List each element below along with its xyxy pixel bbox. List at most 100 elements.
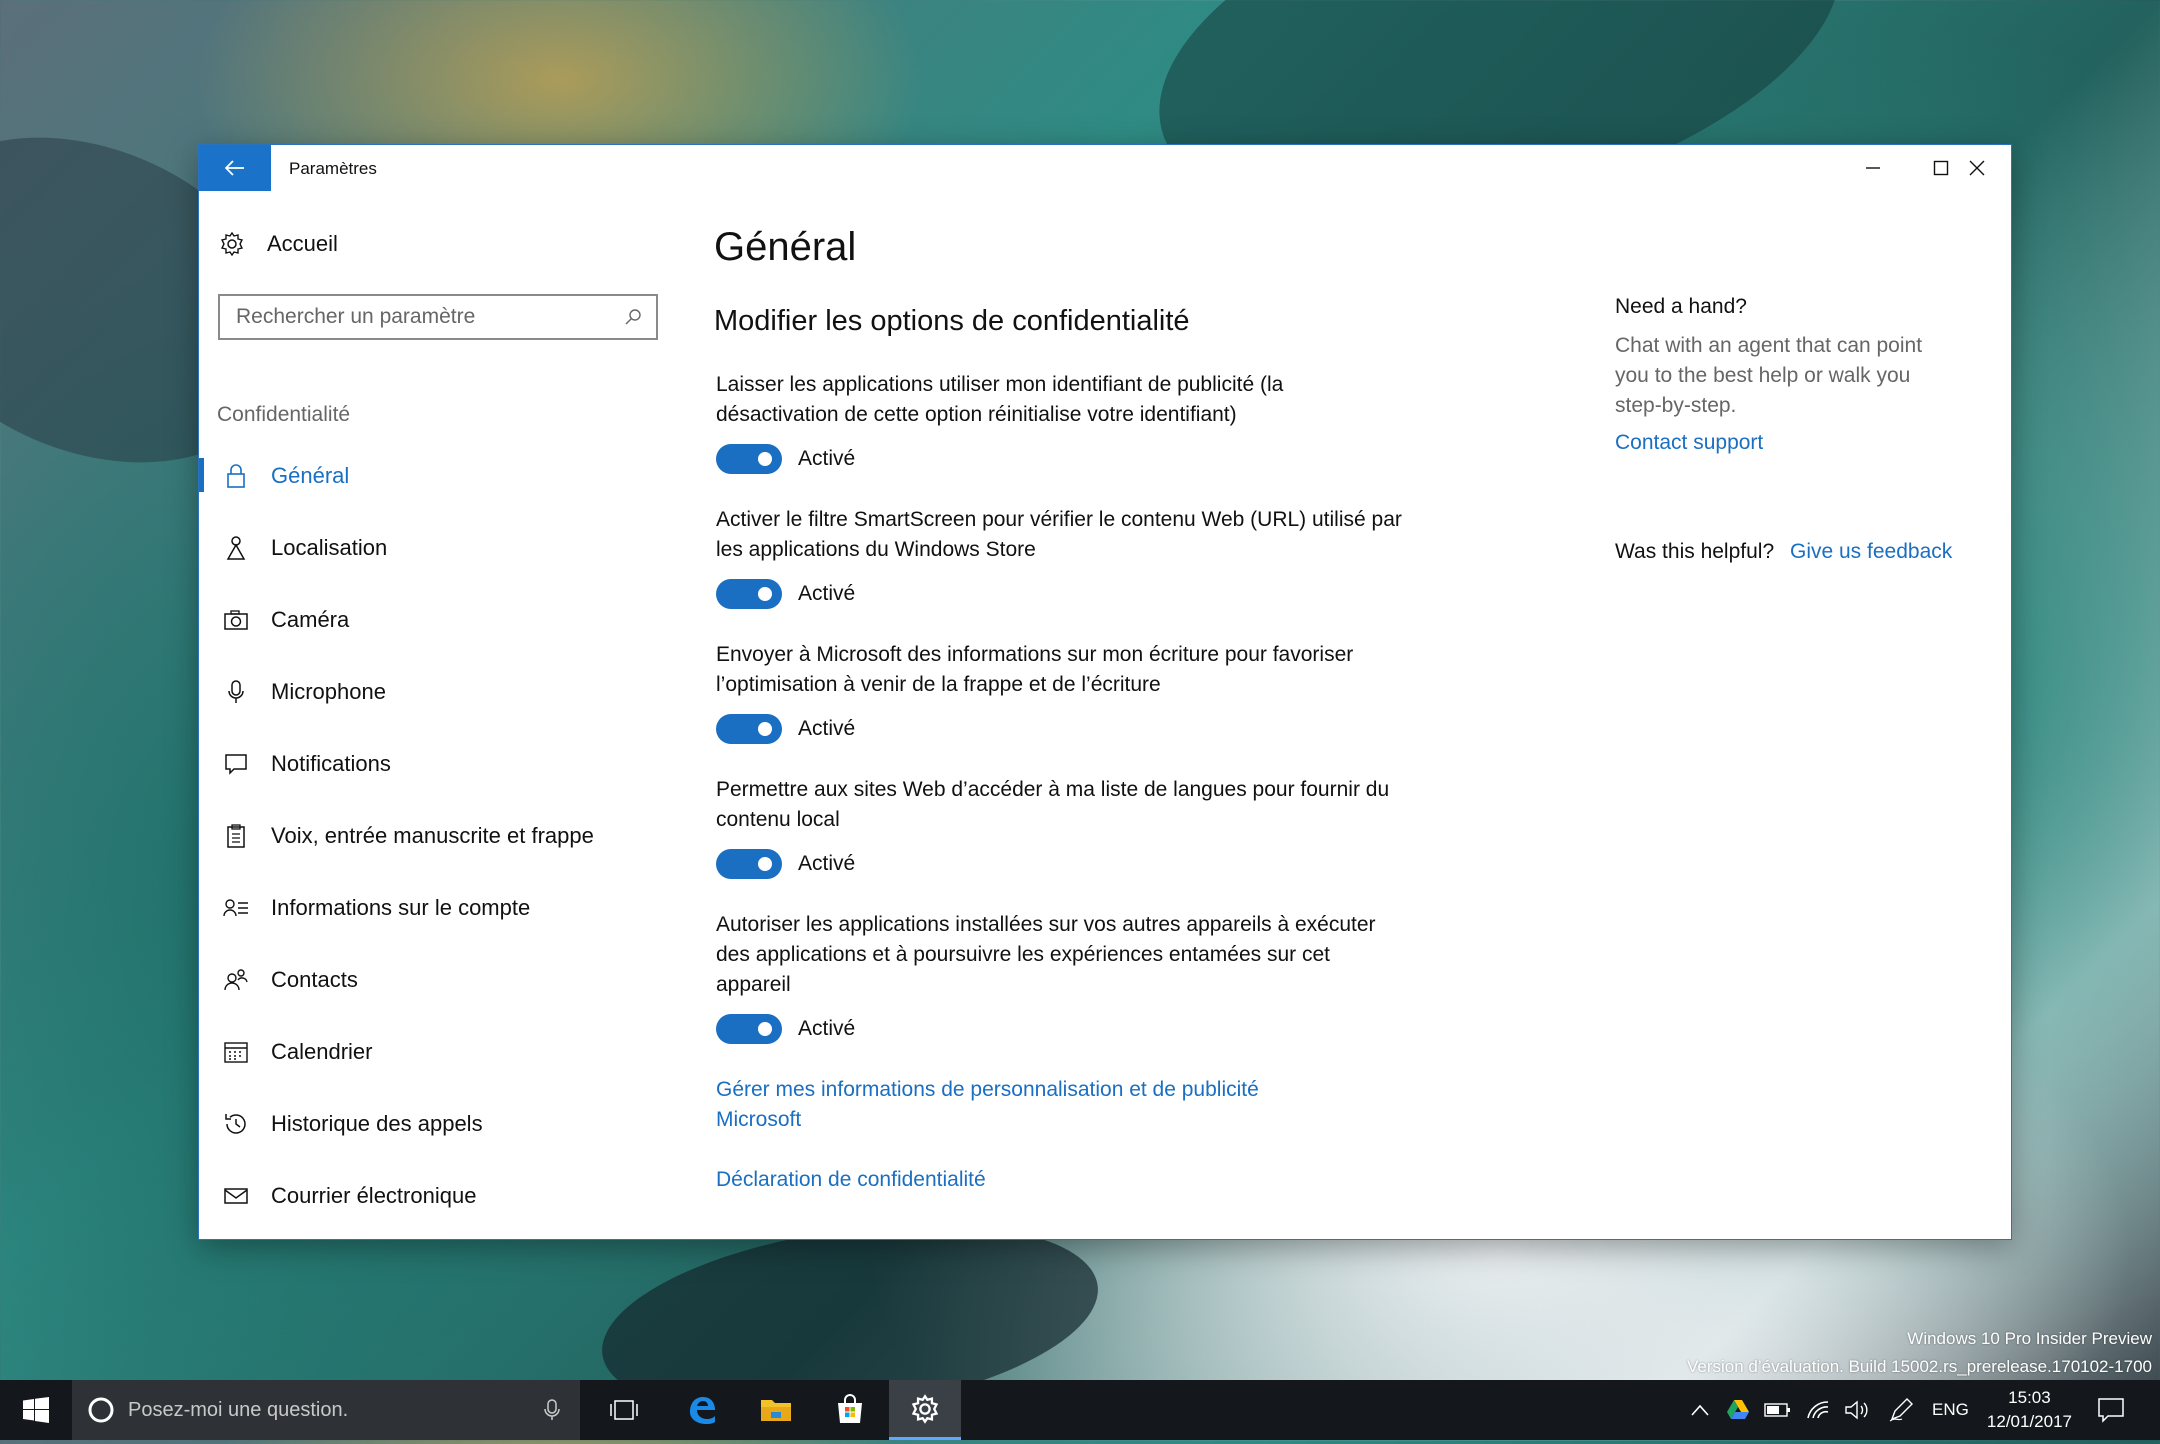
option-toggle[interactable] [716, 714, 782, 744]
privacy-option: Autoriser les applications installées su… [716, 910, 1406, 1044]
help-title: Need a hand? [1615, 295, 1747, 318]
option-label: Autoriser les applications installées su… [716, 913, 1376, 996]
edge-icon [690, 1397, 715, 1424]
volume-icon[interactable] [1844, 1399, 1870, 1421]
notifications-icon [223, 751, 249, 777]
feedback-row: Was this helpful? Give us feedback [1615, 540, 1952, 564]
option-label: Permettre aux sites Web d’accéder à ma l… [716, 778, 1390, 831]
back-button[interactable] [199, 145, 271, 191]
start-button[interactable] [0, 1380, 72, 1440]
option-toggle[interactable] [716, 579, 782, 609]
clock-time: 15:03 [2008, 1388, 2051, 1407]
back-arrow-icon [225, 160, 244, 176]
sidebar-item-notifications[interactable]: Notifications [199, 728, 669, 800]
sidebar-item-general[interactable]: Général [199, 440, 669, 512]
home-label: Accueil [267, 231, 338, 256]
sidebar-item-label: Courrier électronique [271, 1183, 477, 1208]
gear-icon [911, 1393, 939, 1424]
minimize-icon [1866, 167, 1880, 169]
action-center-button[interactable] [2076, 1380, 2146, 1440]
build-watermark: Windows 10 Pro Insider Preview Version d… [1687, 1325, 2152, 1381]
history-icon [223, 1111, 249, 1137]
task-view-button[interactable] [588, 1380, 660, 1440]
option-label: Envoyer à Microsoft des informations sur… [716, 643, 1354, 696]
sidebar-item-label: Localisation [271, 535, 388, 560]
sidebar-nav: Général Localisation Caméra Microphone N… [199, 440, 669, 1232]
close-button[interactable] [1943, 145, 2011, 191]
action-center-icon [2098, 1398, 2124, 1423]
help-text: Chat with an agent that can point you to… [1615, 334, 1923, 417]
section-title: Confidentialité [217, 403, 351, 426]
contacts-icon [223, 967, 249, 993]
sidebar-item-calendar[interactable]: Calendrier [199, 1016, 669, 1088]
cortana-icon [88, 1397, 114, 1423]
battery-icon[interactable] [1764, 1402, 1792, 1418]
sidebar-item-location[interactable]: Localisation [199, 512, 669, 584]
mail-icon [223, 1183, 249, 1209]
sidebar-item-email[interactable]: Courrier électronique [199, 1160, 669, 1232]
helpful-label: Was this helpful? [1615, 540, 1775, 563]
chevron-up-icon[interactable] [1690, 1403, 1710, 1417]
sidebar-item-speech[interactable]: Voix, entrée manuscrite et frappe [199, 800, 669, 872]
microphone-icon [223, 679, 249, 705]
sidebar-item-label: Caméra [271, 607, 350, 632]
clock-date: 12/01/2017 [1986, 1412, 2072, 1431]
settings-search[interactable] [218, 294, 658, 340]
wifi-icon[interactable] [1806, 1400, 1830, 1420]
sidebar-item-contacts[interactable]: Contacts [199, 944, 669, 1016]
clock[interactable]: 15:03 12/01/2017 [1987, 1386, 2072, 1434]
sidebar-item-camera[interactable]: Caméra [199, 584, 669, 656]
language-indicator[interactable]: ENG [1932, 1400, 1969, 1420]
privacy-statement-link[interactable]: Déclaration de confidentialité [716, 1165, 986, 1195]
page-title: Général [714, 225, 857, 269]
search-input[interactable] [234, 304, 624, 330]
minimize-button[interactable] [1839, 145, 1907, 191]
toggle-state: Activé [798, 1017, 856, 1040]
option-toggle[interactable] [716, 444, 782, 474]
sidebar-item-label: Historique des appels [271, 1111, 483, 1136]
cortana-search[interactable]: Posez-moi une question. [72, 1380, 580, 1440]
home-link[interactable]: Accueil [219, 231, 338, 257]
lock-icon [223, 463, 249, 489]
close-icon [1969, 160, 1985, 176]
watermark-build: Version d’évaluation. Build 15002.rs_pre… [1686, 1357, 2152, 1376]
feedback-link[interactable]: Give us feedback [1790, 540, 1952, 563]
cortana-placeholder: Posez-moi une question. [128, 1398, 349, 1421]
option-label: Activer le filtre SmartScreen pour vérif… [716, 508, 1402, 561]
privacy-option: Envoyer à Microsoft des informations sur… [716, 640, 1406, 744]
edge-button[interactable] [666, 1380, 738, 1440]
pen-icon[interactable] [1888, 1397, 1914, 1423]
settings-window: Paramètres Accueil Confidentialité Génér… [199, 145, 2011, 1239]
microphone-icon[interactable] [544, 1398, 560, 1422]
privacy-option: Activer le filtre SmartScreen pour vérif… [716, 505, 1406, 609]
system-tray: ENG [1690, 1380, 1969, 1440]
toggle-state: Activé [798, 717, 856, 740]
store-icon [838, 1394, 862, 1423]
sidebar-item-label: Notifications [271, 751, 391, 776]
window-title: Paramètres [289, 159, 377, 178]
windows-logo-icon [23, 1397, 49, 1423]
file-explorer-button[interactable] [740, 1380, 812, 1440]
option-toggle[interactable] [716, 1014, 782, 1044]
contact-support-link[interactable]: Contact support [1615, 431, 1975, 455]
main-content: Général Modifier les options de confiden… [714, 145, 1594, 1239]
store-button[interactable] [814, 1380, 886, 1440]
sidebar-item-call-history[interactable]: Historique des appels [199, 1088, 669, 1160]
gear-icon [220, 231, 244, 257]
sidebar-item-label: Général [271, 463, 350, 488]
toggle-state: Activé [798, 582, 856, 605]
account-info-icon [223, 895, 249, 921]
sidebar-item-account-info[interactable]: Informations sur le compte [199, 872, 669, 944]
option-toggle[interactable] [716, 849, 782, 879]
option-label: Laisser les applications utiliser mon id… [716, 373, 1284, 426]
sidebar-item-label: Contacts [271, 967, 358, 992]
sidebar-item-microphone[interactable]: Microphone [199, 656, 669, 728]
settings-taskbar-button[interactable] [889, 1380, 961, 1440]
camera-icon [223, 607, 249, 633]
toggle-state: Activé [798, 852, 856, 875]
taskbar: Posez-moi une question. ENG 15:03 12/01/… [0, 1380, 2160, 1440]
watermark-edition: Windows 10 Pro Insider Preview [1907, 1329, 2152, 1348]
manage-ads-link[interactable]: Gérer mes informations de personnalisati… [716, 1075, 1316, 1135]
google-drive-icon[interactable] [1726, 1399, 1750, 1421]
help-panel: Need a hand? Chat with an agent that can… [1615, 295, 1975, 455]
